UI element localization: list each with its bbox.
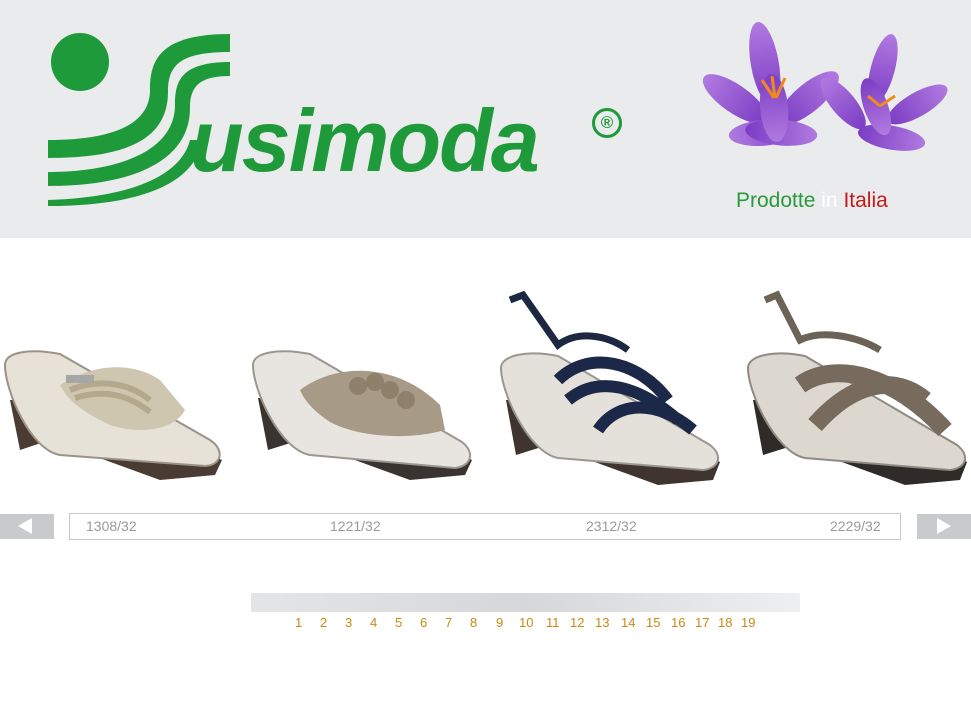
page-link-16[interactable]: 16 [671, 615, 685, 630]
page-link-15[interactable]: 15 [646, 615, 660, 630]
product-code-4: 2229/32 [830, 518, 881, 534]
triangle-right-icon [937, 518, 951, 534]
tagline-word-prodotte: Prodotte [736, 189, 816, 212]
page-link-9[interactable]: 9 [496, 615, 503, 630]
page-link-7[interactable]: 7 [445, 615, 452, 630]
brand-logo[interactable]: usimoda ® [40, 20, 622, 210]
carousel-prev-button[interactable] [0, 514, 54, 539]
page-link-18[interactable]: 18 [718, 615, 732, 630]
tagline-word-italia: Italia [843, 189, 888, 212]
sandal-icon [746, 290, 967, 485]
product-caption-bar [69, 513, 901, 540]
pagination-bar [251, 593, 800, 612]
page-link-3[interactable]: 3 [345, 615, 352, 630]
page-link-12[interactable]: 12 [570, 615, 584, 630]
made-in-italy-tagline: Prodotte in Italia [736, 189, 888, 213]
page-link-1[interactable]: 1 [295, 615, 302, 630]
page-link-19[interactable]: 19 [741, 615, 755, 630]
header-banner: usimoda ® Prodotte in Italia [0, 0, 971, 238]
triangle-left-icon [18, 518, 32, 534]
product-code-3: 2312/32 [586, 518, 637, 534]
page-link-5[interactable]: 5 [395, 615, 402, 630]
sandal-icon [251, 350, 472, 480]
tagline-word-in: in [821, 189, 838, 212]
product-image-1[interactable] [0, 290, 230, 500]
page-link-11[interactable]: 11 [546, 615, 560, 630]
product-code-1: 1308/32 [86, 518, 137, 534]
page-link-8[interactable]: 8 [470, 615, 477, 630]
page-link-14[interactable]: 14 [621, 615, 635, 630]
carousel-next-button[interactable] [917, 514, 971, 539]
product-image-3[interactable] [498, 290, 728, 500]
page-link-13[interactable]: 13 [595, 615, 609, 630]
sandal-icon [499, 290, 720, 485]
page-link-10[interactable]: 10 [519, 615, 533, 630]
product-image-4[interactable] [745, 290, 971, 500]
product-image-2[interactable] [250, 290, 480, 500]
page-link-6[interactable]: 6 [420, 615, 427, 630]
page-link-2[interactable]: 2 [320, 615, 327, 630]
registered-mark: ® [592, 108, 622, 138]
crocus-flowers-icon [702, 22, 948, 151]
product-code-2: 1221/32 [330, 518, 381, 534]
page-link-17[interactable]: 17 [695, 615, 709, 630]
brand-name: usimoda [190, 91, 540, 190]
page-link-4[interactable]: 4 [370, 615, 377, 630]
sandal-icon [3, 350, 222, 480]
